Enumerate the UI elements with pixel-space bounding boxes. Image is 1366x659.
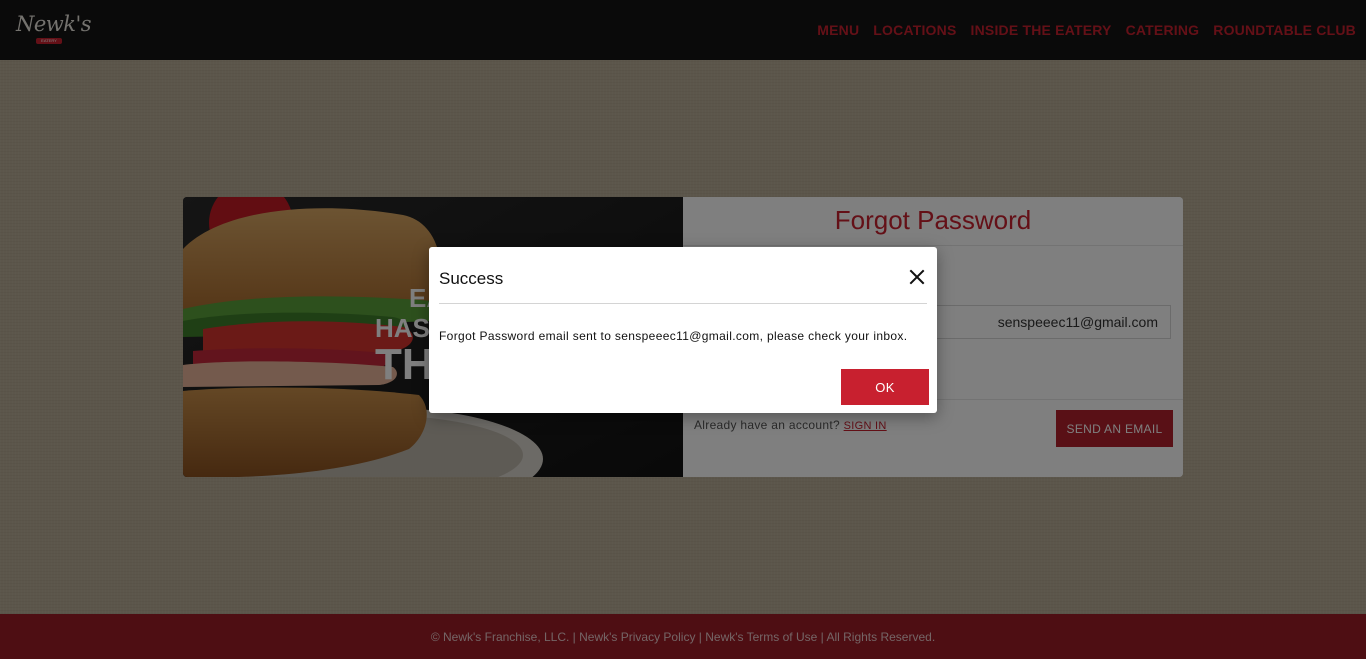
success-dialog: Success Forgot Password email sent to se… [429, 247, 937, 413]
dialog-message: Forgot Password email sent to senspeeec1… [439, 329, 908, 343]
close-icon[interactable] [909, 269, 925, 285]
dialog-title: Success [439, 269, 504, 288]
ok-button[interactable]: OK [841, 369, 929, 405]
dialog-divider [439, 303, 927, 304]
